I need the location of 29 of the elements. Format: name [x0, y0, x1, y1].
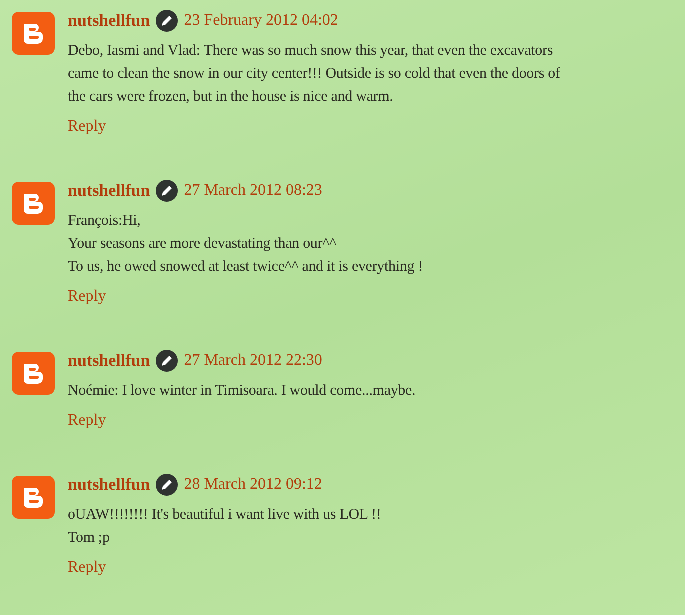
- reply-link[interactable]: Reply: [68, 118, 106, 136]
- comment-text: To us, he owed snowed at least twice^^ and it is everything !: [68, 258, 424, 277]
- date-link[interactable]: 27 March 2012 22:30: [184, 352, 322, 370]
- author-link[interactable]: nutshellfun: [68, 475, 150, 495]
- comment-text: Noémie: I love winter in Timisoara. I would come...maybe.: [68, 382, 417, 401]
- date-link[interactable]: 28 March 2012 09:12: [184, 476, 322, 494]
- author-link[interactable]: nutshellfun: [68, 11, 150, 31]
- reply-link[interactable]: Reply: [68, 559, 106, 577]
- comment-text: Your seasons are more devastating than our^^: [68, 235, 338, 254]
- pencil-icon: [156, 350, 178, 372]
- date-link[interactable]: 27 March 2012 08:23: [184, 182, 322, 200]
- comment-text: oUAW!!!!!!!! It's beautiful i want live with us LOL !!: [68, 506, 382, 525]
- date-link[interactable]: 23 February 2012 04:02: [184, 12, 338, 30]
- comment-text: Tom ;p: [68, 529, 111, 548]
- author-link[interactable]: nutshellfun: [68, 181, 150, 201]
- blogger-logo-icon: [12, 476, 55, 519]
- comment-text: the cars were frozen, but in the house is nice and warm.: [68, 88, 394, 107]
- pencil-icon: [156, 474, 178, 496]
- comment-text: François:Hi,: [68, 212, 142, 231]
- pencil-icon: [156, 180, 178, 202]
- comment-text: came to clean the snow in our city center!!! Outside is so cold that even the doors of: [68, 65, 562, 84]
- blogger-logo-icon: [12, 352, 55, 395]
- author-link[interactable]: nutshellfun: [68, 351, 150, 371]
- reply-link[interactable]: Reply: [68, 288, 106, 306]
- blogger-logo-icon: [12, 12, 55, 55]
- blogger-logo-icon: [12, 182, 55, 225]
- reply-link[interactable]: Reply: [68, 412, 106, 430]
- pencil-icon: [156, 10, 178, 32]
- comment-text: Debo, Iasmi and Vlad: There was so much snow this year, that even the excavators: [68, 42, 554, 61]
